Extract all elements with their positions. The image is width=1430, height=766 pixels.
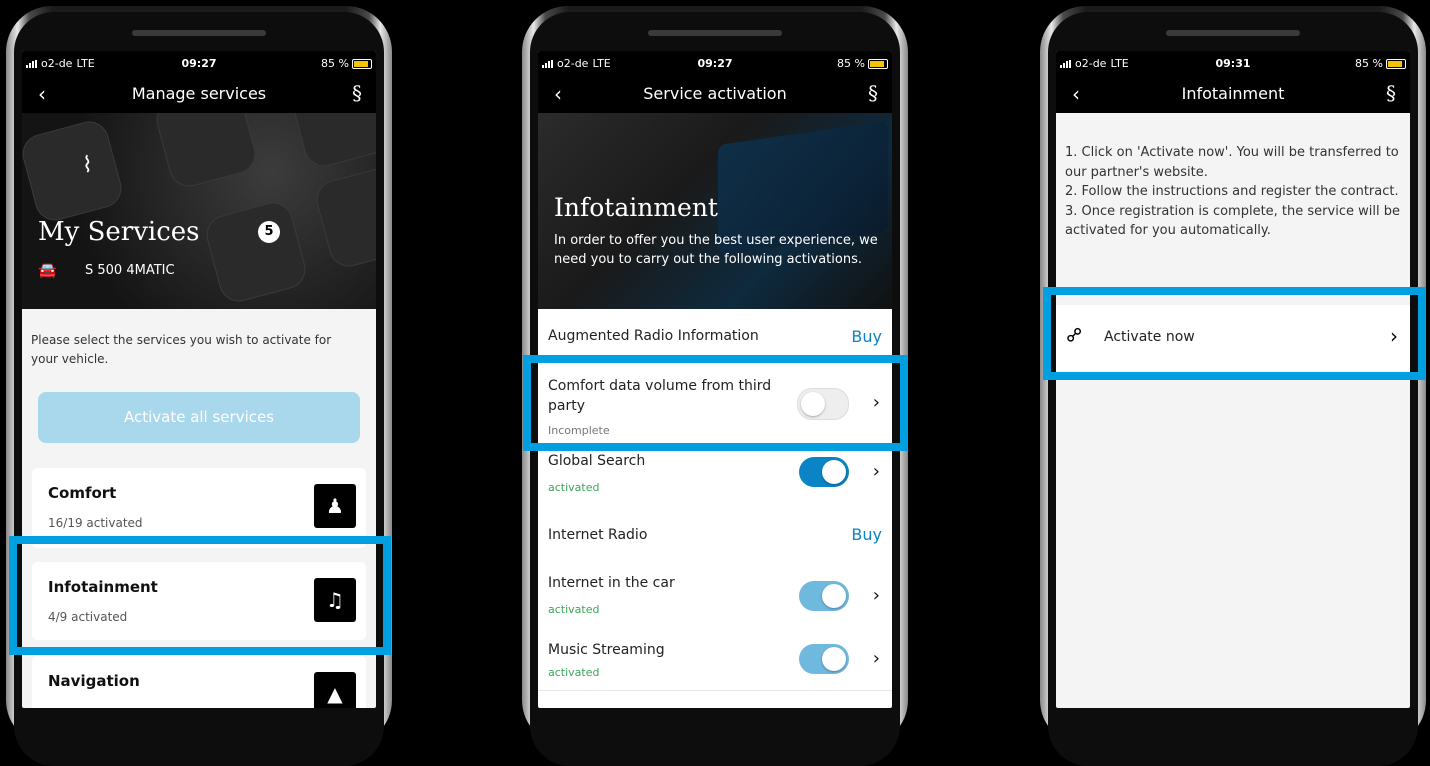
service-card-navigation[interactable]: Navigation ▲ bbox=[32, 656, 366, 708]
nav-bar: ‹ Manage services § bbox=[22, 73, 376, 113]
chevron-right-icon[interactable]: › bbox=[873, 648, 880, 669]
my-services-hero: ⌇ 5 My Services 🚘 S 500 4MATIC bbox=[22, 113, 376, 309]
page-title: Service activation bbox=[643, 84, 787, 103]
page-title: Infotainment bbox=[1181, 84, 1285, 103]
highlight-frame bbox=[523, 355, 908, 451]
list-item-global-search[interactable]: Global Search activated › bbox=[538, 443, 892, 508]
status-bar: o2-de LTE 09:31 85 % bbox=[1056, 51, 1410, 73]
service-status: 16/19 activated bbox=[48, 516, 143, 530]
highlight-frame bbox=[9, 536, 391, 655]
highlight-frame bbox=[1043, 287, 1426, 380]
speaker-grille bbox=[648, 30, 782, 36]
car-camera-tile-icon bbox=[152, 113, 260, 191]
car-icon: 🚘 bbox=[38, 261, 57, 279]
wifi-tile-icon bbox=[312, 163, 376, 271]
item-status: activated bbox=[548, 481, 600, 494]
legal-section-icon[interactable]: § bbox=[352, 81, 362, 105]
chevron-right-icon[interactable]: › bbox=[873, 585, 880, 606]
activate-all-button[interactable]: Activate all services bbox=[38, 392, 360, 443]
item-name: Augmented Radio Information bbox=[548, 328, 759, 344]
chevron-right-icon[interactable]: › bbox=[873, 461, 880, 482]
battery-icon bbox=[868, 58, 888, 69]
speaker-grille bbox=[1166, 30, 1300, 36]
list-item-internet-radio[interactable]: Internet Radio Buy bbox=[538, 507, 892, 564]
item-name: Internet Radio bbox=[548, 527, 648, 543]
service-name: Navigation bbox=[48, 672, 140, 690]
instruction-text: Please select the services you wish to a… bbox=[31, 333, 332, 366]
battery-label: 85 % bbox=[1355, 57, 1383, 70]
speaker-grille bbox=[132, 30, 266, 36]
legal-section-icon[interactable]: § bbox=[1386, 81, 1396, 105]
buy-link[interactable]: Buy bbox=[851, 327, 882, 346]
service-name: Comfort bbox=[48, 484, 117, 502]
instruction-steps: 1. Click on 'Activate now'. You will be … bbox=[1065, 145, 1400, 238]
item-name: Internet in the car bbox=[548, 575, 675, 591]
battery-icon bbox=[1386, 58, 1406, 69]
item-status: activated bbox=[548, 603, 600, 616]
vehicle-name: S 500 4MATIC bbox=[85, 263, 175, 278]
item-name: Music Streaming bbox=[548, 642, 665, 658]
phone-service-activation: o2-de LTE 09:27 85 % ‹ Service activation… bbox=[522, 6, 908, 766]
toggle-switch-on[interactable] bbox=[799, 644, 849, 674]
card-tile-icon bbox=[287, 113, 376, 171]
buy-link[interactable]: Buy bbox=[851, 525, 882, 544]
list-item-music-streaming[interactable]: Music Streaming activated › bbox=[538, 626, 892, 691]
phone-manage-services: o2-de LTE 09:27 85 % ‹ Manage services § … bbox=[6, 6, 392, 766]
nav-bar: ‹ Service activation § bbox=[538, 73, 892, 113]
status-bar: o2-de LTE 09:27 85 % bbox=[22, 51, 376, 73]
number-5-icon: 5 bbox=[258, 221, 280, 243]
list-item-internet-in-car[interactable]: Internet in the car activated › bbox=[538, 563, 892, 627]
infotainment-hero: Infotainment In order to offer you the b… bbox=[538, 113, 892, 309]
battery-icon bbox=[352, 58, 372, 69]
nav-bar: ‹ Infotainment § bbox=[1056, 73, 1410, 113]
speed-tile-icon bbox=[202, 198, 310, 306]
phone-infotainment-detail: o2-de LTE 09:31 85 % ‹ Infotainment § 1. … bbox=[1040, 6, 1426, 766]
seat-icon: ♟ bbox=[314, 484, 356, 528]
page-title: Manage services bbox=[131, 84, 267, 103]
battery-label: 85 % bbox=[321, 57, 349, 70]
item-name: Global Search bbox=[548, 453, 646, 469]
pulse-icon: ⌇ bbox=[82, 153, 93, 178]
monitor-tile-icon bbox=[22, 117, 126, 225]
hero-description: In order to offer you the best user expe… bbox=[554, 233, 878, 267]
battery-label: 85 % bbox=[837, 57, 865, 70]
legal-section-icon[interactable]: § bbox=[868, 81, 878, 105]
status-bar: o2-de LTE 09:27 85 % bbox=[538, 51, 892, 73]
hero-title: Infotainment bbox=[554, 193, 718, 222]
hero-title: My Services bbox=[38, 217, 200, 247]
toggle-switch-on[interactable] bbox=[799, 581, 849, 611]
item-status: activated bbox=[548, 666, 600, 679]
toggle-switch-on[interactable] bbox=[799, 457, 849, 487]
navigation-arrow-icon: ▲ bbox=[314, 672, 356, 708]
